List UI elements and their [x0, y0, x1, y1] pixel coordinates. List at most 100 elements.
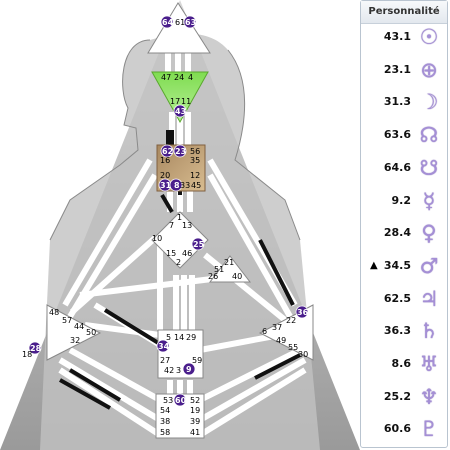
- gate-18: 18: [22, 350, 32, 359]
- panel-title: Personnalité: [361, 1, 447, 24]
- uranus-icon: ♅: [419, 352, 439, 376]
- gate-61: 61: [175, 18, 185, 27]
- gate-12: 12: [190, 171, 200, 180]
- planet-row[interactable]: 25.2 ♆: [361, 384, 449, 410]
- bodygraph-chart: 64 61 63 47 24 4 17 11 43 62 23 56 16 35…: [0, 0, 360, 450]
- gate-6: 6: [262, 327, 267, 336]
- mercury-icon: ☿: [422, 188, 436, 213]
- planet-value: 63.6: [383, 128, 411, 142]
- gate-44: 44: [74, 322, 84, 331]
- venus-icon: ♀: [421, 221, 437, 246]
- gate-56: 56: [190, 147, 200, 156]
- planet-value: 23.1: [383, 62, 411, 76]
- gate-14: 14: [174, 333, 184, 342]
- head-center: [147, 2, 211, 54]
- row-marker: ▲: [370, 259, 378, 271]
- gate-32: 32: [70, 336, 80, 345]
- planet-row[interactable]: 36.3 ♄: [361, 318, 449, 344]
- gate-39: 39: [190, 417, 200, 426]
- planet-row[interactable]: 43.1 ☉: [361, 24, 449, 50]
- gate-36: 36: [297, 308, 309, 317]
- gate-47: 47: [161, 73, 171, 82]
- planet-value: 8.6: [391, 357, 412, 370]
- gate-46: 46: [182, 249, 192, 258]
- gate-9: 9: [186, 365, 192, 374]
- planet-row[interactable]: 63.6 ☊: [361, 122, 449, 148]
- planet-value: 28.4: [383, 226, 411, 240]
- gate-27: 27: [160, 356, 170, 365]
- north-node-icon: ☊: [419, 123, 439, 148]
- gate-29: 29: [186, 333, 196, 342]
- gate-55: 55: [288, 343, 298, 352]
- neptune-icon: ♆: [419, 384, 439, 409]
- jupiter-icon: ♃: [419, 286, 439, 311]
- planet-value: 62.5: [383, 291, 411, 305]
- planet-value: 25.2: [383, 389, 411, 403]
- gate-63: 63: [185, 18, 196, 27]
- gate-5: 5: [166, 333, 171, 342]
- gate-24: 24: [174, 73, 184, 82]
- gate-31: 31: [160, 181, 172, 190]
- sun-icon: ☉: [419, 25, 439, 49]
- moon-icon: ☽: [419, 90, 439, 115]
- gate-20: 20: [160, 171, 170, 180]
- gate-3: 3: [176, 366, 181, 375]
- gate-41: 41: [190, 428, 200, 437]
- gate-57: 57: [62, 316, 72, 325]
- personality-panel: Personnalité 43.1 ☉ 23.1 ⊕ 31.3 ☽ 63.6 ☊ 64.6 ☋ 9.…: [360, 0, 448, 448]
- gate-62: 62: [162, 147, 173, 156]
- planet-row[interactable]: 31.3 ☽: [361, 89, 449, 115]
- gate-34: 34: [158, 342, 170, 351]
- gate-53: 53: [163, 396, 173, 405]
- gate-7: 7: [169, 221, 174, 230]
- planet-value: 31.3: [383, 95, 411, 109]
- planet-row[interactable]: 60.6 ♇: [361, 416, 449, 442]
- pluto-icon: ♇: [419, 417, 439, 442]
- planet-value: 34.5: [383, 258, 411, 272]
- gate-2: 2: [176, 258, 181, 267]
- gate-19: 19: [190, 406, 200, 415]
- mars-icon: ♂: [419, 253, 439, 278]
- gate-25: 25: [193, 240, 205, 249]
- planet-value: 64.6: [383, 160, 411, 174]
- earth-icon: ⊕: [420, 57, 438, 82]
- planet-row[interactable]: 64.6 ☋: [361, 155, 449, 181]
- gate-54: 54: [160, 406, 170, 415]
- gate-49: 49: [276, 336, 286, 345]
- gate-58: 58: [160, 428, 170, 437]
- planet-row[interactable]: 9.2 ☿: [361, 188, 449, 214]
- gate-21: 21: [224, 258, 234, 267]
- gate-48: 48: [49, 308, 59, 317]
- gate-38: 38: [160, 417, 170, 426]
- gate-33: 33: [180, 181, 190, 190]
- gate-42: 42: [164, 366, 174, 375]
- south-node-icon: ☋: [419, 155, 439, 180]
- planet-row[interactable]: 8.6 ♅: [361, 351, 449, 377]
- planet-value: 43.1: [383, 30, 411, 43]
- saturn-icon: ♄: [419, 319, 439, 344]
- gate-15: 15: [166, 249, 176, 258]
- planet-value: 9.2: [391, 193, 412, 207]
- gate-40: 40: [232, 272, 242, 281]
- planet-row[interactable]: 28.4 ♀: [361, 220, 449, 246]
- gate-64: 64: [162, 18, 174, 27]
- gate-26: 26: [208, 272, 218, 281]
- gate-43: 43: [175, 107, 186, 116]
- planet-row[interactable]: 62.5 ♃: [361, 286, 449, 312]
- gate-17: 17: [170, 97, 180, 106]
- gate-59: 59: [192, 356, 202, 365]
- planet-row[interactable]: 23.1 ⊕: [361, 57, 449, 83]
- gate-60: 60: [175, 396, 187, 405]
- gate-52: 52: [190, 396, 200, 405]
- gate-11: 11: [181, 97, 191, 106]
- planet-row[interactable]: ▲ 34.5 ♂: [361, 253, 449, 279]
- gate-16: 16: [160, 156, 170, 165]
- planet-value: 36.3: [383, 324, 411, 338]
- gate-35: 35: [190, 156, 200, 165]
- gate-50: 50: [86, 328, 96, 337]
- gate-22: 22: [286, 316, 296, 325]
- gate-4: 4: [188, 73, 193, 82]
- gate-37: 37: [272, 323, 282, 332]
- gate-13: 13: [182, 221, 192, 230]
- gate-23: 23: [175, 147, 186, 156]
